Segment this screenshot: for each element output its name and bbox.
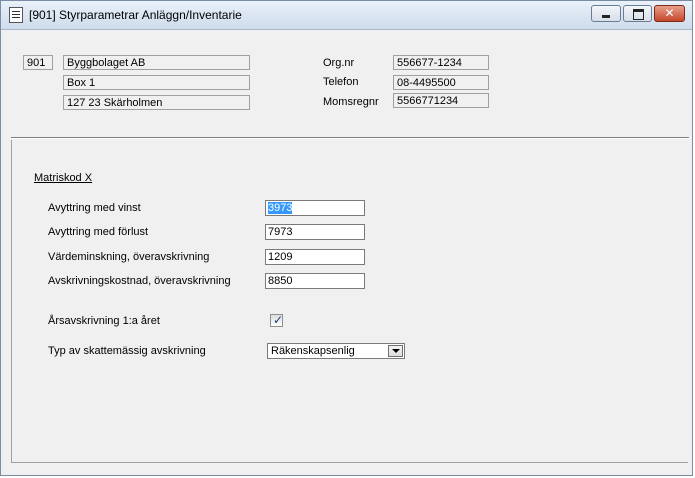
phone-label: Telefon <box>323 76 359 88</box>
gain-account-input[interactable]: 3973 <box>265 200 365 216</box>
loss-account-input[interactable]: 7973 <box>265 224 365 240</box>
gain-account-value: 3973 <box>268 202 293 214</box>
orgnr-label: Org.nr <box>323 57 355 69</box>
company-number: 901 <box>23 55 53 70</box>
minimize-button[interactable] <box>591 5 621 22</box>
phone-value: 08-4495500 <box>393 75 489 90</box>
window-title: [901] Styrparametrar Anläggn/Inventarie <box>29 8 242 22</box>
annual-depr-checkbox[interactable]: ✓ <box>270 313 284 327</box>
annual-depr-label: Årsavskrivning 1:a året <box>48 315 160 327</box>
tax-depr-value: Räkenskapsenlig <box>271 345 355 357</box>
panel-divider <box>11 137 689 139</box>
field-label-depreciation: Värdeminskning, överavskrivning <box>48 251 210 263</box>
document-list-icon[interactable] <box>9 7 23 23</box>
settings-panel: Matriskod X Avyttring med vinst 3973 Avy… <box>11 140 688 463</box>
depr-cost-account-input[interactable]: 8850 <box>265 273 365 289</box>
close-button[interactable]: ✕ <box>654 5 685 22</box>
orgnr-value: 556677-1234 <box>393 55 489 70</box>
tax-depr-select[interactable]: Räkenskapsenlig <box>267 343 405 359</box>
tax-depr-label: Typ av skattemässig avskrivning <box>48 345 206 357</box>
minimize-icon <box>602 15 610 18</box>
maximize-button[interactable] <box>623 5 652 22</box>
checkmark-icon: ✓ <box>273 313 284 327</box>
title-bar[interactable]: [901] Styrparametrar Anläggn/Inventarie … <box>1 1 692 30</box>
company-name: Byggbolaget AB <box>63 55 250 70</box>
section-title: Matriskod X <box>34 172 93 184</box>
close-icon: ✕ <box>664 6 675 20</box>
company-info-panel: 901 Byggbolaget AB Box 1 127 23 Skärholm… <box>11 37 687 137</box>
company-postal: 127 23 Skärholmen <box>63 95 250 110</box>
vat-value: 5566771234 <box>393 93 489 108</box>
field-label-depr-cost: Avskrivningskostnad, överavskrivning <box>48 275 231 287</box>
field-label-gain: Avyttring med vinst <box>48 202 141 214</box>
vat-label: Momsregnr <box>323 96 379 108</box>
company-address: Box 1 <box>63 75 250 90</box>
field-label-loss: Avyttring med förlust <box>48 226 149 238</box>
application-window: [901] Styrparametrar Anläggn/Inventarie … <box>0 0 693 476</box>
dropdown-arrow-icon[interactable] <box>388 345 403 357</box>
maximize-icon <box>633 9 644 20</box>
depreciation-account-input[interactable]: 1209 <box>265 249 365 265</box>
